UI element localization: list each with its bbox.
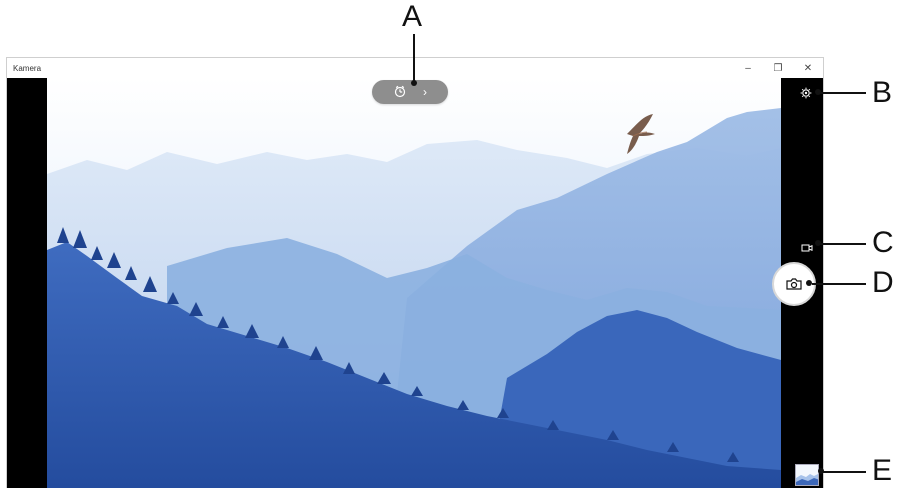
chevron-right-icon: ›: [423, 85, 427, 99]
callout-line-e: [822, 471, 866, 473]
callout-dot-e: [818, 468, 824, 474]
close-button[interactable]: ✕: [793, 58, 823, 78]
callout-label-d: D: [872, 266, 894, 299]
camera-shutter-icon: [786, 278, 802, 290]
restore-icon: ❐: [773, 62, 783, 74]
settings-button[interactable]: [800, 86, 812, 99]
callout-dot-d: [806, 280, 812, 286]
callout-dot-c: [815, 240, 821, 246]
callout-label-c: C: [872, 226, 894, 259]
title-bar: Kamera – ❐ ✕: [7, 58, 823, 79]
close-icon: ✕: [803, 62, 813, 74]
left-sidebar: [7, 78, 47, 488]
restore-button[interactable]: ❐: [763, 58, 793, 78]
gallery-thumbnail-button[interactable]: [795, 464, 819, 486]
callout-label-a: A: [402, 0, 423, 33]
photo-thumbnail: [796, 465, 818, 485]
camera-window: Kamera – ❐ ✕: [6, 57, 824, 488]
screenshot-root: Kamera – ❐ ✕ › A B C D E: [0, 0, 902, 488]
callout-label-b: B: [872, 76, 893, 109]
callout-line-c: [818, 243, 866, 245]
callout-dot-a: [411, 80, 417, 86]
timer-control[interactable]: ›: [372, 80, 448, 104]
landscape-preview-image: [47, 78, 781, 488]
callout-line-a: [413, 34, 415, 82]
callout-line-d: [812, 283, 866, 285]
window-title: Kamera: [13, 63, 42, 73]
video-camera-icon: [801, 244, 813, 252]
camera-preview: [47, 78, 781, 488]
callout-line-b: [818, 92, 866, 94]
timer-icon: [394, 85, 406, 98]
settings-gear-icon: [800, 87, 812, 99]
callout-dot-b: [815, 89, 821, 95]
video-mode-button[interactable]: [801, 240, 813, 252]
minimize-button[interactable]: –: [733, 58, 763, 78]
callout-label-e: E: [872, 454, 893, 487]
window-controls: – ❐ ✕: [733, 58, 823, 78]
minimize-icon: –: [745, 62, 751, 74]
